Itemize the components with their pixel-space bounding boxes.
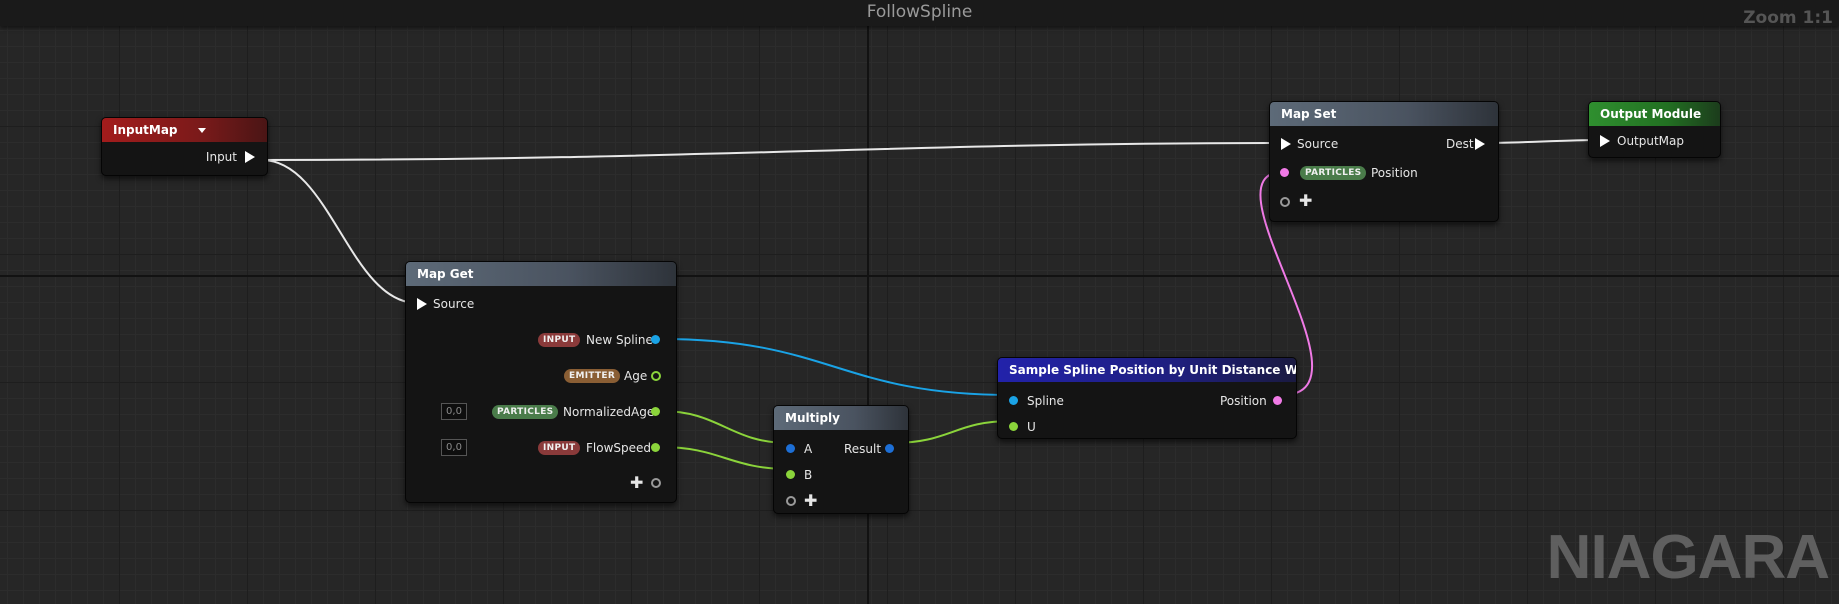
map-get-normalized-age-pin[interactable] xyxy=(651,407,660,416)
namespace-badge-input: INPUT xyxy=(538,441,581,455)
multiply-a-pin[interactable] xyxy=(786,444,795,453)
multiply-result-label: Result xyxy=(844,442,882,456)
output-module-input-label: OutputMap xyxy=(1617,134,1685,148)
node-map-get-header[interactable]: Map Get xyxy=(406,262,676,286)
add-pin-icon[interactable]: ✚ xyxy=(804,493,817,509)
wire-normalizedage-to-a[interactable] xyxy=(660,410,790,444)
sample-spline-position-label: Position xyxy=(1220,394,1267,408)
node-sample-spline-header[interactable]: Sample Spline Position by Unit Distance … xyxy=(998,358,1296,382)
namespace-badge-particles: PARTICLES xyxy=(492,405,559,419)
map-set-position-label: Position xyxy=(1371,166,1418,180)
multiply-b-pin[interactable] xyxy=(786,470,795,479)
sample-spline-spline-label: Spline xyxy=(1027,394,1064,408)
sample-spline-u-label: U xyxy=(1027,420,1036,434)
multiply-a-label: A xyxy=(804,442,813,456)
node-output-module[interactable]: Output Module OutputMap xyxy=(1588,101,1721,158)
sample-spline-position-pin[interactable] xyxy=(1273,396,1282,405)
node-output-module-title: Output Module xyxy=(1600,107,1702,121)
node-map-get[interactable]: Map Get Source INPUT New Spline EMITTER … xyxy=(405,261,677,503)
flow-speed-default-value[interactable]: 0,0 xyxy=(441,439,467,456)
node-multiply[interactable]: Multiply A Result B ✚ xyxy=(773,405,909,514)
node-sample-spline-position[interactable]: Sample Spline Position by Unit Distance … xyxy=(997,357,1297,439)
exec-output-pin[interactable] xyxy=(245,151,255,163)
add-pin-icon[interactable]: ✚ xyxy=(1299,193,1312,209)
node-input-map-title: InputMap xyxy=(113,123,178,137)
map-get-source-pin[interactable] xyxy=(417,298,427,310)
map-get-output-label: Age xyxy=(624,369,648,383)
map-get-new-spline-pin[interactable] xyxy=(651,335,660,344)
node-output-module-header[interactable]: Output Module xyxy=(1589,102,1720,126)
node-map-set-title: Map Set xyxy=(1281,107,1337,121)
node-input-map-header[interactable]: InputMap xyxy=(102,118,267,142)
namespace-badge-particles: PARTICLES xyxy=(1300,166,1367,180)
wire-mapset-dest-to-output[interactable] xyxy=(1484,139,1601,144)
namespace-badge-input: INPUT xyxy=(538,333,581,347)
map-get-output-label: New Spline xyxy=(586,333,653,347)
graph-canvas[interactable]: FollowSpline Zoom 1:1 NIAGARA InputMap I… xyxy=(0,0,1839,604)
output-module-input-pin[interactable] xyxy=(1600,135,1610,147)
node-input-map[interactable]: InputMap Input xyxy=(101,117,268,176)
wire-inputmap-to-mapset-source[interactable] xyxy=(261,142,1280,161)
node-multiply-title: Multiply xyxy=(785,411,840,425)
add-pin-socket[interactable] xyxy=(1280,197,1290,207)
input-map-output-label: Input xyxy=(205,150,237,164)
add-pin-icon[interactable]: ✚ xyxy=(630,475,643,491)
add-pin-socket[interactable] xyxy=(786,496,796,506)
map-set-source-pin[interactable] xyxy=(1281,138,1291,150)
node-map-set-header[interactable]: Map Set xyxy=(1270,102,1498,126)
wire-inputmap-to-mapget-source[interactable] xyxy=(261,159,418,304)
map-get-age-pin[interactable] xyxy=(651,371,661,381)
multiply-result-pin[interactable] xyxy=(885,444,894,453)
chevron-down-icon[interactable] xyxy=(198,128,206,133)
map-set-dest-pin[interactable] xyxy=(1475,138,1485,150)
sample-spline-spline-pin[interactable] xyxy=(1009,396,1018,405)
map-set-dest-label: Dest xyxy=(1446,137,1474,151)
add-pin-socket[interactable] xyxy=(651,478,661,488)
wire-flowspeed-to-b[interactable] xyxy=(660,446,790,470)
namespace-badge-emitter: EMITTER xyxy=(564,369,621,383)
map-get-source-label: Source xyxy=(433,297,475,311)
node-multiply-header[interactable]: Multiply xyxy=(774,406,908,430)
normalized-age-default-value[interactable]: 0,0 xyxy=(441,403,467,420)
map-get-output-label: FlowSpeed xyxy=(586,441,652,455)
graph-wires xyxy=(261,139,1601,470)
sample-spline-u-pin[interactable] xyxy=(1009,422,1018,431)
node-map-set[interactable]: Map Set Source Dest PARTICLES Position ✚ xyxy=(1269,101,1499,222)
map-set-source-label: Source xyxy=(1297,137,1339,151)
map-get-output-label: NormalizedAge xyxy=(563,405,655,419)
map-set-position-pin[interactable] xyxy=(1280,168,1289,177)
node-sample-spline-title: Sample Spline Position by Unit Distance … xyxy=(1009,363,1296,377)
node-map-get-title: Map Get xyxy=(417,267,474,281)
wire-newspline-to-spline[interactable] xyxy=(660,338,1012,396)
wire-result-to-u[interactable] xyxy=(892,420,1012,444)
map-get-flow-speed-pin[interactable] xyxy=(651,443,660,452)
multiply-b-label: B xyxy=(804,468,813,482)
